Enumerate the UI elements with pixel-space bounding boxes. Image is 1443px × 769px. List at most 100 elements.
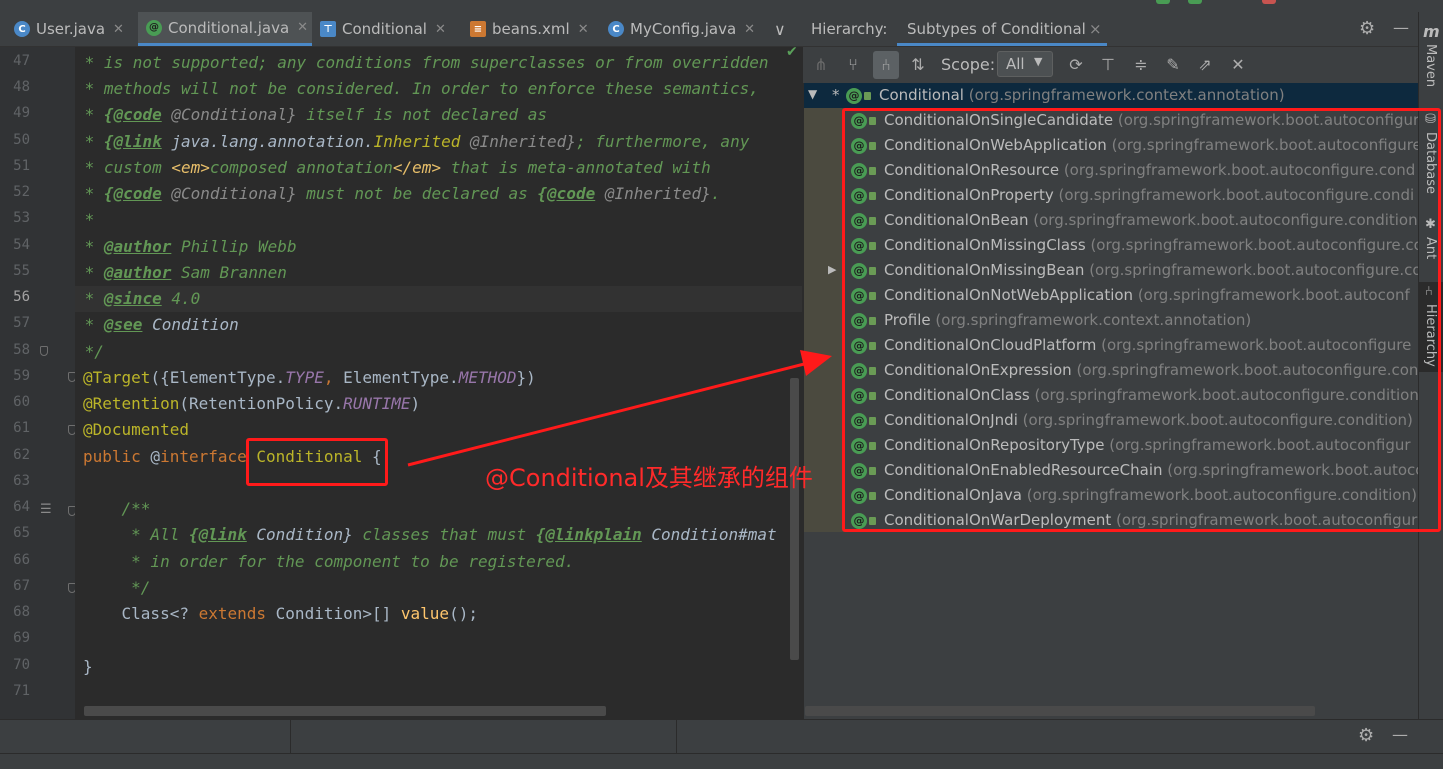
expand-arrow-icon[interactable]: ▶ bbox=[828, 263, 836, 276]
root-marker: * bbox=[832, 86, 840, 104]
inspection-ok-icon[interactable]: ✔ bbox=[786, 44, 798, 60]
stop-icon[interactable] bbox=[1262, 0, 1276, 4]
line-number: 60 bbox=[13, 394, 30, 410]
javadoc-tag: @code bbox=[113, 105, 162, 124]
tab-conditional-java[interactable]: @ Conditional.java ✕ bbox=[138, 12, 312, 46]
code-line: * in order for the component to be regis… bbox=[75, 549, 802, 575]
open-in-new-window-icon[interactable]: ⇗ bbox=[1195, 55, 1215, 75]
method-token: value bbox=[400, 604, 450, 623]
hierarchy-horizontal-scrollbar[interactable] bbox=[805, 706, 1315, 716]
scope-label: Scope: bbox=[941, 55, 996, 74]
class-icon: C bbox=[14, 21, 30, 37]
close-icon[interactable]: ✕ bbox=[744, 22, 755, 37]
implemented-gutter-icon[interactable]: ☰ bbox=[40, 502, 52, 517]
sort-alphabetically-icon[interactable]: ⇅ bbox=[908, 55, 928, 75]
code-token: Condition>[] bbox=[266, 604, 401, 623]
run-icon[interactable] bbox=[1156, 0, 1170, 4]
code-line: Class<? extends Condition>[] value(); bbox=[75, 601, 802, 627]
code-line: * methods will not be considered. In ord… bbox=[75, 76, 802, 102]
xml-icon: ≡ bbox=[470, 21, 486, 37]
close-icon[interactable]: ✕ bbox=[1228, 55, 1248, 75]
tab-user-java[interactable]: C User.java ✕ bbox=[14, 12, 134, 46]
tab-subtypes-of-conditional[interactable]: Subtypes of Conditional × bbox=[897, 12, 1107, 46]
javadoc-text: that is meta-annotated with bbox=[441, 158, 711, 177]
minimize-icon[interactable]: — bbox=[1392, 725, 1408, 744]
code-line: * All {@link Condition} classes that mus… bbox=[75, 522, 802, 548]
javadoc-brace: { bbox=[188, 525, 199, 544]
javadoc-brace: { bbox=[103, 105, 114, 124]
line-number: 49 bbox=[13, 105, 30, 121]
expand-arrow-icon[interactable]: ▼ bbox=[808, 87, 817, 101]
expand-all-icon[interactable]: ≑ bbox=[1131, 55, 1151, 75]
line-number: 68 bbox=[13, 604, 30, 620]
javadoc-text: * bbox=[75, 105, 104, 124]
javadoc-brace: { bbox=[103, 132, 114, 151]
close-icon[interactable]: × bbox=[1089, 20, 1102, 38]
pin-icon[interactable]: ✎ bbox=[1163, 55, 1183, 75]
code-line: * @author Sam Brannen bbox=[75, 260, 802, 286]
javadoc-text: * methods will not be considered. In ord… bbox=[75, 79, 759, 98]
fold-marker-icon[interactable] bbox=[40, 346, 48, 356]
javadoc-text: /** bbox=[83, 499, 151, 518]
tab-conditional-diagram[interactable]: ⊤ Conditional ✕ bbox=[320, 12, 462, 46]
highlight-box-conditional bbox=[246, 438, 388, 486]
annotation-icon: @ bbox=[846, 87, 862, 104]
javadoc-text: * bbox=[75, 263, 104, 282]
tab-label: MyConfig.java bbox=[630, 20, 737, 38]
javadoc-ref: Inherited bbox=[373, 132, 461, 151]
minimize-icon[interactable]: — bbox=[1393, 18, 1409, 37]
javadoc-text: classes that must bbox=[352, 525, 536, 544]
line-number: 63 bbox=[13, 473, 30, 489]
code-token: @ bbox=[140, 447, 161, 466]
javadoc-text: 4.0 bbox=[161, 289, 201, 308]
code-line: * bbox=[75, 207, 802, 233]
type-hierarchy-icon[interactable]: ⑂ bbox=[843, 55, 863, 75]
tab-overflow-button[interactable]: ∨ bbox=[774, 12, 796, 46]
line-number: 58 bbox=[13, 342, 30, 358]
javadoc-ref: java.lang.annotation. bbox=[161, 132, 374, 151]
export-icon[interactable]: ⊤ bbox=[1098, 55, 1118, 75]
close-icon[interactable]: ✕ bbox=[578, 22, 589, 37]
gear-icon[interactable]: ⚙ bbox=[1359, 18, 1375, 39]
arrow-line bbox=[407, 360, 813, 467]
maven-tool-button[interactable]: m Maven bbox=[1419, 22, 1443, 102]
line-number: 67 bbox=[13, 578, 30, 594]
supertypes-hierarchy-icon[interactable]: ⋔ bbox=[811, 55, 831, 75]
line-number: 52 bbox=[13, 184, 30, 200]
line-number-current: 56 bbox=[13, 289, 30, 305]
close-icon[interactable]: ✕ bbox=[435, 22, 446, 37]
lock-icon bbox=[864, 91, 871, 100]
javadoc-text: composed annotation bbox=[209, 158, 393, 177]
close-icon[interactable]: ✕ bbox=[297, 20, 308, 35]
divider bbox=[676, 720, 677, 754]
javadoc-text: * bbox=[75, 289, 104, 308]
javadoc-text: * bbox=[75, 210, 95, 229]
tab-myconfig-java[interactable]: C MyConfig.java ✕ bbox=[608, 12, 758, 46]
subtypes-hierarchy-icon[interactable]: ⑃ bbox=[873, 51, 899, 79]
line-number: 54 bbox=[13, 237, 30, 253]
javadoc-ref: Condition} bbox=[246, 525, 353, 544]
javadoc-text: * in order for the component to be regis… bbox=[83, 552, 575, 571]
editor-horizontal-scrollbar[interactable] bbox=[84, 706, 606, 716]
javadoc-text: must not be declared as bbox=[296, 184, 538, 203]
code-line-current: * @since 4.0 bbox=[75, 286, 802, 312]
gear-icon[interactable]: ⚙ bbox=[1358, 725, 1374, 746]
javadoc-text: Phillip Webb bbox=[171, 237, 297, 256]
javadoc-tag: @see bbox=[103, 315, 143, 334]
javadoc-text: * bbox=[75, 315, 104, 334]
tab-beans-xml[interactable]: ≡ beans.xml ✕ bbox=[470, 12, 600, 46]
line-number: 48 bbox=[13, 79, 30, 95]
javadoc-brace: { bbox=[537, 184, 548, 203]
annotation-text: @Conditional及其继承的组件 bbox=[485, 464, 813, 492]
line-number: 47 bbox=[13, 53, 30, 69]
code-line: * {@code @Conditional} must not be decla… bbox=[75, 181, 802, 207]
javadoc-text: */ bbox=[75, 342, 104, 361]
refresh-icon[interactable]: ⟳ bbox=[1066, 55, 1086, 75]
scope-select[interactable]: All ▼ bbox=[997, 51, 1053, 77]
maven-icon: m bbox=[1423, 22, 1440, 41]
tree-node-conditional[interactable]: @ Conditional (org.springframework.contex… bbox=[846, 83, 1285, 108]
debug-icon[interactable] bbox=[1188, 0, 1202, 4]
javadoc-ref: @Conditional} bbox=[161, 105, 297, 124]
close-icon[interactable]: ✕ bbox=[113, 22, 124, 37]
javadoc-ref: @Inherited} bbox=[595, 184, 711, 203]
